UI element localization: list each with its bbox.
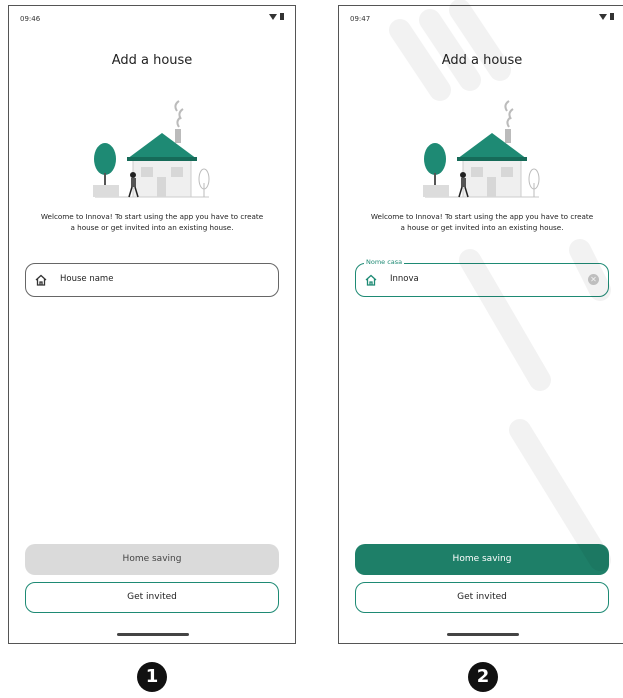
house-name-field[interactable]: Nome casa Innova ✕ bbox=[355, 258, 609, 297]
get-invited-button[interactable]: Get invited bbox=[25, 582, 279, 613]
status-icons bbox=[599, 12, 614, 21]
get-invited-button[interactable]: Get invited bbox=[355, 582, 609, 613]
wifi-icon bbox=[599, 13, 607, 20]
status-time: 09:47 bbox=[350, 15, 371, 23]
house-illustration bbox=[423, 100, 540, 198]
welcome-line-2: a house or get invited into an existing … bbox=[400, 223, 564, 232]
battery-icon bbox=[280, 13, 284, 20]
home-indicator[interactable] bbox=[117, 633, 189, 636]
step-badge-2: 2 bbox=[468, 662, 498, 692]
house-name-placeholder: House name bbox=[60, 274, 114, 284]
home-saving-button[interactable]: Home saving bbox=[355, 544, 609, 575]
page-title: Add a house bbox=[111, 53, 193, 68]
phone-screen-1: 09:46 Add a house Welcome to Innova! To … bbox=[8, 5, 296, 644]
phone-screen-2: 09:47 Add a house Welcome to Innova! To … bbox=[338, 5, 623, 644]
home-saving-button[interactable]: Home saving bbox=[25, 544, 279, 575]
battery-icon bbox=[610, 13, 614, 20]
status-bar: 09:46 bbox=[9, 6, 295, 30]
house-name-value[interactable]: Innova bbox=[390, 274, 419, 284]
status-time: 09:46 bbox=[20, 15, 41, 23]
field-label: Nome casa bbox=[364, 258, 405, 266]
home-indicator[interactable] bbox=[447, 633, 519, 636]
welcome-line-1: Welcome to Innova! To start using the ap… bbox=[370, 212, 594, 221]
welcome-line-1: Welcome to Innova! To start using the ap… bbox=[40, 212, 264, 221]
status-icons bbox=[269, 12, 284, 21]
page-title: Add a house bbox=[441, 53, 523, 68]
home-icon bbox=[35, 274, 47, 286]
status-bar: 09:47 bbox=[339, 6, 623, 30]
welcome-text: Welcome to Innova! To start using the ap… bbox=[343, 211, 621, 233]
wifi-icon bbox=[269, 13, 277, 20]
home-icon bbox=[365, 274, 377, 286]
house-name-field[interactable]: House name bbox=[25, 263, 279, 297]
welcome-text: Welcome to Innova! To start using the ap… bbox=[13, 211, 291, 233]
clear-icon[interactable]: ✕ bbox=[588, 274, 599, 285]
step-badge-1: 1 bbox=[137, 662, 167, 692]
welcome-line-2: a house or get invited into an existing … bbox=[70, 223, 234, 232]
house-illustration bbox=[93, 100, 210, 198]
